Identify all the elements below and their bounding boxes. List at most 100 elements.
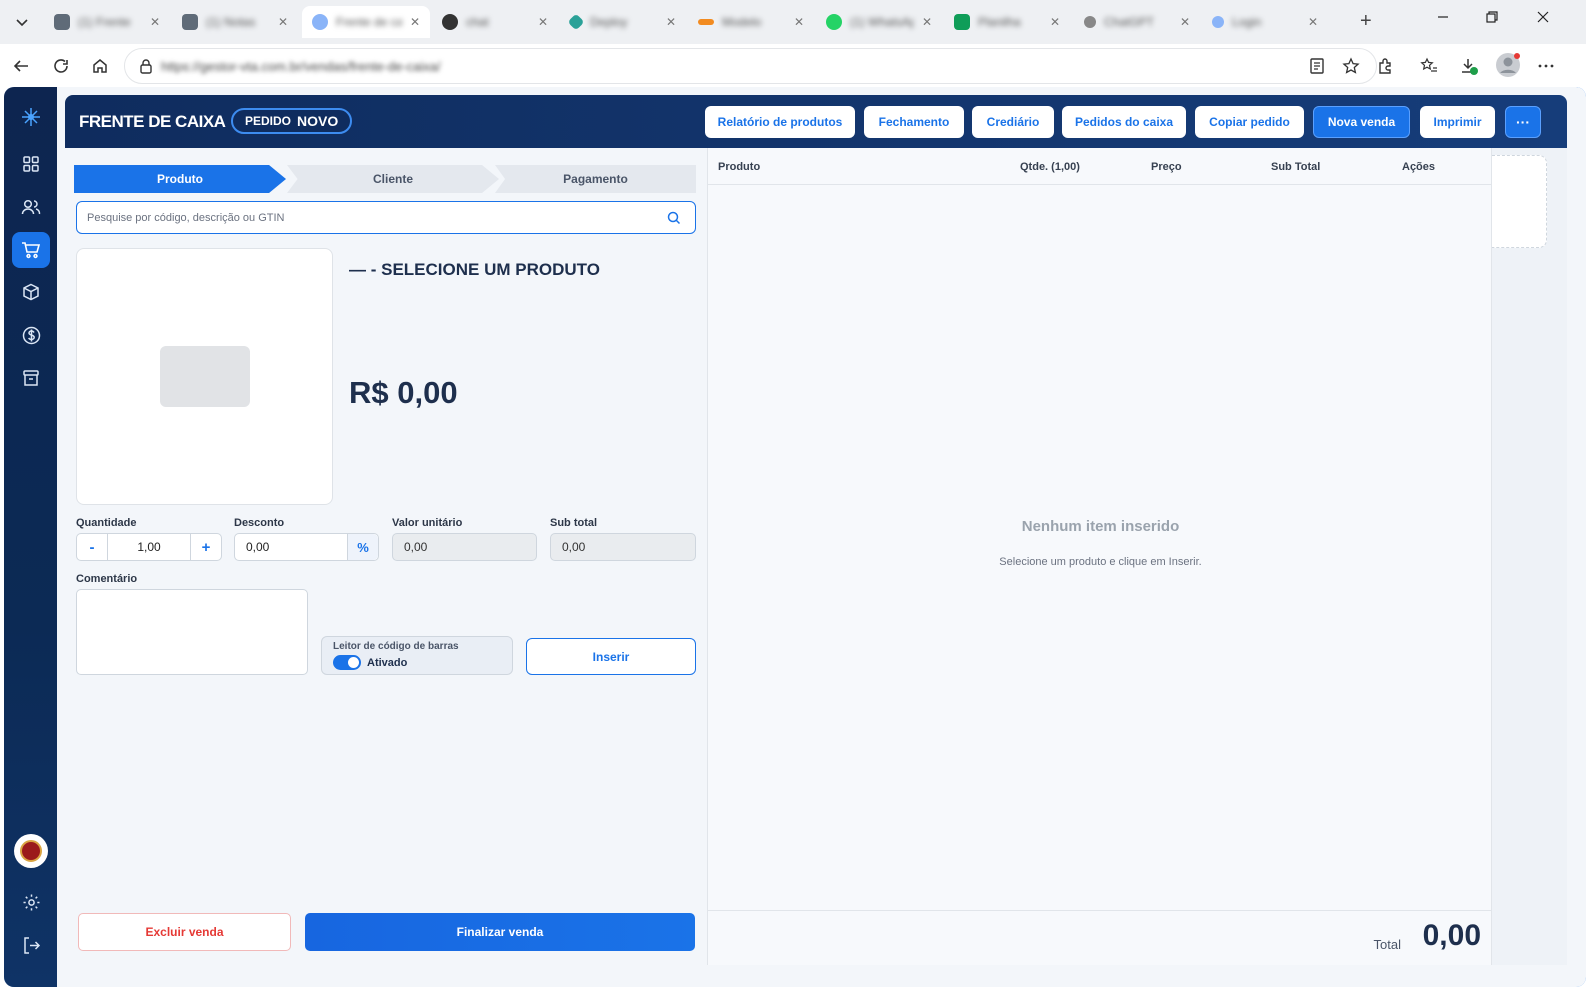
back-arrow-icon[interactable] (9, 54, 33, 78)
more-options-button[interactable]: ··· (1505, 106, 1541, 138)
sidebar-dollar-icon[interactable] (12, 317, 50, 353)
step-cliente[interactable]: Cliente (287, 165, 499, 193)
new-sale-button[interactable]: Nova venda (1313, 106, 1410, 138)
tab-close-icon[interactable]: ✕ (538, 15, 548, 29)
comment-label: Comentário (76, 573, 138, 585)
reader-mode-icon[interactable] (1308, 57, 1326, 80)
items-table-header: Produto Qtde. (1,00) Preço Sub Total Açõ… (708, 148, 1493, 185)
cashier-orders-button[interactable]: Pedidos do caixa (1062, 106, 1186, 138)
unit-price-field: 0,00 (392, 533, 537, 561)
quantity-value[interactable]: 1,00 (107, 534, 191, 560)
page-title: FRENTE DE CAIXA (79, 112, 226, 131)
step-pagamento[interactable]: Pagamento (495, 165, 696, 193)
sidebar-dashboard-grid-icon[interactable] (12, 146, 50, 182)
tab-title: (1) Frente (78, 15, 131, 29)
tab-favicon-icon (1212, 16, 1224, 28)
favorites-list-icon[interactable] (1417, 54, 1441, 78)
side-card-placeholder (1492, 155, 1547, 248)
insert-button[interactable]: Inserir (526, 638, 696, 675)
tab-list-chevron-icon[interactable] (8, 10, 36, 34)
copy-order-button[interactable]: Copiar pedido (1195, 106, 1304, 138)
browser-tab[interactable]: (1) Notas ✕ (172, 6, 298, 38)
quantity-label: Quantidade (76, 517, 137, 529)
tab-title: (1) Notas (206, 15, 256, 29)
sidebar-cart-icon[interactable] (12, 232, 50, 268)
empty-state-title: Nenhum item inserido (1021, 518, 1180, 535)
finish-sale-button[interactable]: Finalizar venda (305, 913, 695, 951)
order-total-bar: Total 0,00 (708, 910, 1493, 965)
browser-tab[interactable]: chat ✕ (432, 6, 558, 38)
right-side-strip (1492, 148, 1567, 965)
tab-title: Modelo (722, 15, 762, 29)
delete-sale-button[interactable]: Excluir venda (78, 913, 291, 951)
user-avatar[interactable] (14, 834, 48, 868)
barcode-reader-box: Leitor de código de barras Ativado (321, 636, 513, 675)
window-minimize-icon[interactable] (1436, 10, 1450, 29)
quantity-decrease-button[interactable]: - (77, 534, 107, 560)
barcode-reader-toggle[interactable] (333, 655, 361, 670)
quantity-stepper: - 1,00 + (76, 533, 222, 561)
tab-close-icon[interactable]: ✕ (666, 15, 676, 29)
browser-tab[interactable]: Deploy ✕ (560, 6, 686, 38)
browser-tab[interactable]: Planilha ✕ (944, 6, 1070, 38)
sidebar-logout-icon[interactable] (12, 927, 50, 963)
order-status-badge: PEDIDO NOVO (231, 108, 353, 134)
tab-favicon-icon (54, 14, 70, 30)
tab-close-icon[interactable]: ✕ (922, 15, 932, 29)
tab-title: ChatGPT (1104, 15, 1155, 29)
browser-tab[interactable]: Login ✕ (1202, 6, 1328, 38)
product-image (76, 248, 333, 505)
sidebar-users-icon[interactable] (12, 189, 50, 225)
tab-favicon-icon (182, 14, 198, 30)
new-tab-plus-icon[interactable]: + (1360, 10, 1372, 33)
extensions-puzzle-icon[interactable] (1373, 54, 1397, 78)
column-header-produto: Produto (718, 161, 761, 173)
browser-tab[interactable]: (1) WhatsApp ✕ (816, 6, 942, 38)
sidebar-settings-gear-icon[interactable] (12, 884, 50, 920)
credit-button[interactable]: Crediário (972, 106, 1054, 138)
favorite-star-icon[interactable] (1342, 57, 1360, 80)
window-restore-icon[interactable] (1485, 10, 1499, 29)
browser-tab[interactable]: (1) Frente ✕ (44, 6, 170, 38)
column-header-acoes: Ações (1402, 161, 1436, 173)
discount-label: Desconto (234, 517, 285, 529)
print-button[interactable]: Imprimir (1420, 106, 1495, 138)
step-produto[interactable]: Produto (74, 165, 286, 193)
product-report-button[interactable]: Relatório de produtos (705, 106, 855, 138)
subtotal-label: Sub total (550, 517, 598, 529)
tab-close-icon[interactable]: ✕ (1308, 15, 1318, 29)
tab-favicon-icon (567, 13, 585, 31)
profile-avatar-icon[interactable] (1494, 51, 1522, 79)
tab-close-icon[interactable]: ✕ (278, 15, 288, 29)
sidebar-logo-icon[interactable] (12, 99, 50, 135)
tab-title: chat (466, 15, 489, 29)
address-bar[interactable]: https://gestor-vta.com.br/vendas/frente-… (124, 48, 1377, 84)
sidebar-store-icon[interactable] (12, 360, 50, 396)
tab-close-icon[interactable]: ✕ (410, 15, 420, 29)
browser-tab[interactable]: ChatGPT ✕ (1074, 6, 1200, 38)
tab-close-icon[interactable]: ✕ (794, 15, 804, 29)
discount-percent-toggle[interactable]: % (347, 534, 378, 560)
url-text: https://gestor-vta.com.br/vendas/frente-… (161, 59, 441, 74)
browser-tab[interactable]: Modelo ✕ (688, 6, 814, 38)
quantity-increase-button[interactable]: + (191, 534, 221, 560)
browser-menu-dots-icon[interactable] (1534, 54, 1558, 78)
downloads-icon[interactable] (1457, 54, 1481, 78)
reload-icon[interactable] (49, 54, 73, 78)
product-search-input[interactable] (87, 209, 647, 227)
browser-tab-active[interactable]: Frente de caixa ✕ (302, 6, 430, 38)
sidebar-box-icon[interactable] (12, 274, 50, 310)
window-close-icon[interactable] (1536, 10, 1550, 29)
closing-button[interactable]: Fechamento (864, 106, 964, 138)
home-icon[interactable] (88, 54, 112, 78)
comment-textarea[interactable] (76, 589, 308, 675)
tab-close-icon[interactable]: ✕ (1180, 15, 1190, 29)
browser-toolbar: https://gestor-vta.com.br/vendas/frente-… (0, 44, 1586, 88)
app-header: FRENTE DE CAIXA PEDIDO NOVO Relatório de… (65, 95, 1567, 148)
lock-icon (139, 58, 153, 79)
tab-title: Planilha (978, 15, 1021, 29)
tab-close-icon[interactable]: ✕ (1050, 15, 1060, 29)
search-icon[interactable] (667, 211, 681, 230)
tab-close-icon[interactable]: ✕ (150, 15, 160, 29)
discount-field[interactable]: 0,00 % (234, 533, 379, 561)
